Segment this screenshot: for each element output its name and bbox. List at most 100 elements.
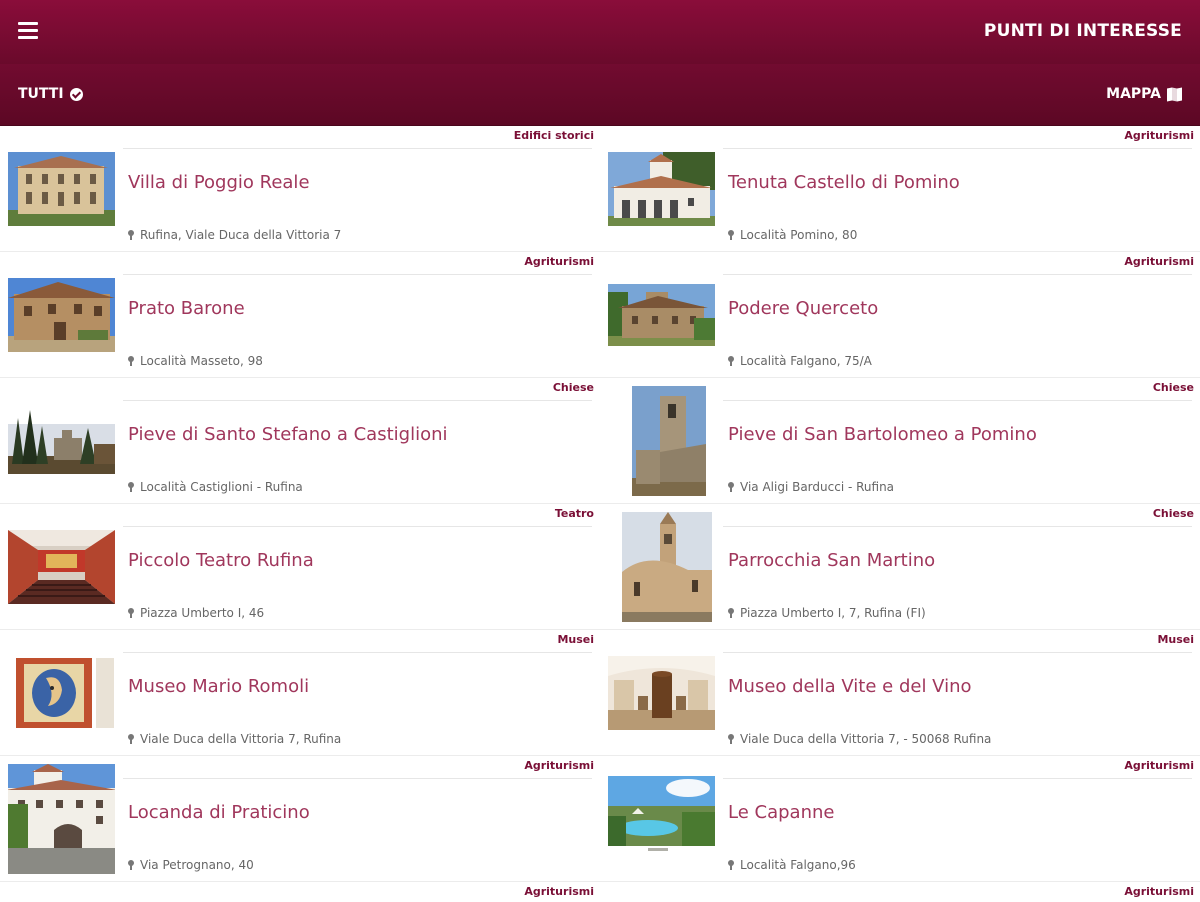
poi-thumbnail: [8, 656, 115, 730]
category-label: Agriturismi: [1124, 885, 1194, 898]
check-circle-icon: [69, 87, 83, 101]
card-divider: [723, 778, 1192, 779]
poi-name: Villa di Poggio Reale: [128, 172, 310, 193]
location-pin-icon: [728, 356, 734, 366]
card-divider: [123, 778, 592, 779]
location-pin-icon: [128, 230, 134, 240]
poi-name: Locanda di Praticino: [128, 802, 310, 823]
category-label: Agriturismi: [1124, 129, 1194, 142]
category-label: Musei: [1157, 633, 1194, 646]
poi-address: Località Pomino, 80: [728, 228, 857, 242]
poi-card-partial[interactable]: Agriturismi: [0, 882, 600, 902]
location-pin-icon: [128, 734, 134, 744]
location-pin-icon: [128, 608, 134, 618]
card-divider: [723, 526, 1192, 527]
poi-address: Rufina, Viale Duca della Vittoria 7: [128, 228, 341, 242]
poi-address-text: Piazza Umberto I, 7, Rufina (FI): [740, 606, 926, 620]
card-divider: [723, 148, 1192, 149]
category-label: Chiese: [552, 381, 594, 394]
poi-list: Edifici storici Villa di Poggio Reale Ru…: [0, 126, 1200, 900]
poi-address-text: Piazza Umberto I, 46: [140, 606, 265, 620]
poi-card-tenuta-castello-di-pomino[interactable]: Agriturismi Tenuta Castello di Pomino Lo…: [600, 126, 1200, 252]
card-divider: [723, 652, 1192, 653]
poi-card-museo-mario-romoli[interactable]: Musei Museo Mario Romoli Viale Duca dell…: [0, 630, 600, 756]
poi-thumbnail: [608, 386, 715, 496]
poi-card-villa-di-poggio-reale[interactable]: Edifici storici Villa di Poggio Reale Ru…: [0, 126, 600, 252]
poi-address: Piazza Umberto I, 7, Rufina (FI): [728, 606, 926, 620]
poi-card-parrocchia-san-martino[interactable]: Chiese Parrocchia San Martino Piazza Umb…: [600, 504, 1200, 630]
card-divider: [723, 274, 1192, 275]
poi-address: Località Castiglioni - Rufina: [128, 480, 303, 494]
poi-address-text: Viale Duca della Vittoria 7, - 50068 Ruf…: [740, 732, 992, 746]
location-pin-icon: [728, 734, 734, 744]
category-label: Teatro: [554, 507, 594, 520]
card-divider: [123, 148, 592, 149]
poi-thumbnail: [608, 152, 715, 226]
filter-label: TUTTI: [18, 86, 64, 102]
card-divider: [723, 400, 1192, 401]
category-label: Agriturismi: [524, 759, 594, 772]
map-button[interactable]: MAPPA: [1106, 86, 1182, 102]
category-label: Agriturismi: [524, 255, 594, 268]
poi-address: Viale Duca della Vittoria 7, - 50068 Ruf…: [728, 732, 991, 746]
page-title: PUNTI DI INTERESSE: [983, 21, 1182, 41]
hamburger-menu-icon[interactable]: [18, 22, 38, 40]
poi-thumbnail: [608, 656, 715, 730]
poi-card-piccolo-teatro-rufina[interactable]: Teatro Piccolo Teatro Rufina Piazza Umbe…: [0, 504, 600, 630]
location-pin-icon: [728, 608, 734, 618]
card-divider: [123, 652, 592, 653]
poi-thumbnail: [8, 530, 115, 604]
card-divider: [123, 526, 592, 527]
category-label: Agriturismi: [524, 885, 594, 898]
poi-name: Prato Barone: [128, 298, 245, 319]
poi-name: Pieve di San Bartolomeo a Pomino: [728, 424, 1037, 445]
poi-name: Museo della Vite e del Vino: [728, 676, 972, 697]
card-divider: [123, 400, 592, 401]
category-label: Agriturismi: [1124, 759, 1194, 772]
poi-card-pieve-di-santo-stefano[interactable]: Chiese Pieve di Santo Stefano a Castigli…: [0, 378, 600, 504]
poi-card-locanda-di-praticino[interactable]: Agriturismi Locanda di Praticino Via Pet…: [0, 756, 600, 882]
poi-thumbnail: [608, 278, 715, 352]
category-label: Chiese: [1152, 507, 1194, 520]
card-divider: [123, 274, 592, 275]
poi-thumbnail: [8, 278, 115, 352]
poi-address-text: Località Falgano, 75/A: [740, 354, 872, 368]
location-pin-icon: [128, 860, 134, 870]
poi-address: Località Falgano, 75/A: [728, 354, 872, 368]
poi-name: Tenuta Castello di Pomino: [728, 172, 960, 193]
filter-all-button[interactable]: TUTTI: [18, 86, 83, 102]
poi-card-le-capanne[interactable]: Agriturismi Le Capanne Località Falgano,…: [600, 756, 1200, 882]
poi-card-museo-della-vite-e-del-vino[interactable]: Musei Museo della Vite e del Vino Viale …: [600, 630, 1200, 756]
poi-address-text: Via Aligi Barducci - Rufina: [740, 480, 895, 494]
poi-thumbnail: [8, 404, 115, 478]
poi-card-podere-querceto[interactable]: Agriturismi Podere Querceto Località Fal…: [600, 252, 1200, 378]
category-label: Agriturismi: [1124, 255, 1194, 268]
category-label: Edifici storici: [513, 129, 594, 142]
poi-address: Via Aligi Barducci - Rufina: [728, 480, 894, 494]
poi-address: Località Masseto, 98: [128, 354, 263, 368]
poi-card-partial[interactable]: Agriturismi: [600, 882, 1200, 902]
location-pin-icon: [128, 482, 134, 492]
poi-address-text: Viale Duca della Vittoria 7, Rufina: [140, 732, 342, 746]
poi-card-pieve-di-san-bartolomeo[interactable]: Chiese Pieve di San Bartolomeo a Pomino …: [600, 378, 1200, 504]
poi-thumbnail: [8, 764, 115, 874]
poi-address-text: Via Petrognano, 40: [140, 858, 254, 872]
poi-card-prato-barone[interactable]: Agriturismi Prato Barone Località Masset…: [0, 252, 600, 378]
category-label: Musei: [557, 633, 594, 646]
poi-address-text: Località Masseto, 98: [140, 354, 263, 368]
map-icon: [1167, 87, 1182, 101]
poi-thumbnail: [8, 152, 115, 226]
poi-thumbnail: [608, 512, 715, 622]
poi-address-text: Rufina, Viale Duca della Vittoria 7: [140, 228, 342, 242]
poi-name: Parrocchia San Martino: [728, 550, 936, 571]
location-pin-icon: [728, 230, 734, 240]
poi-address: Piazza Umberto I, 46: [128, 606, 264, 620]
location-pin-icon: [728, 482, 734, 492]
poi-name: Pieve di Santo Stefano a Castiglioni: [128, 424, 448, 445]
poi-address: Viale Duca della Vittoria 7, Rufina: [128, 732, 341, 746]
poi-thumbnail: [608, 772, 715, 856]
poi-name: Piccolo Teatro Rufina: [128, 550, 314, 571]
location-pin-icon: [128, 356, 134, 366]
poi-address-text: Località Falgano,96: [740, 858, 856, 872]
poi-name: Podere Querceto: [728, 298, 879, 319]
